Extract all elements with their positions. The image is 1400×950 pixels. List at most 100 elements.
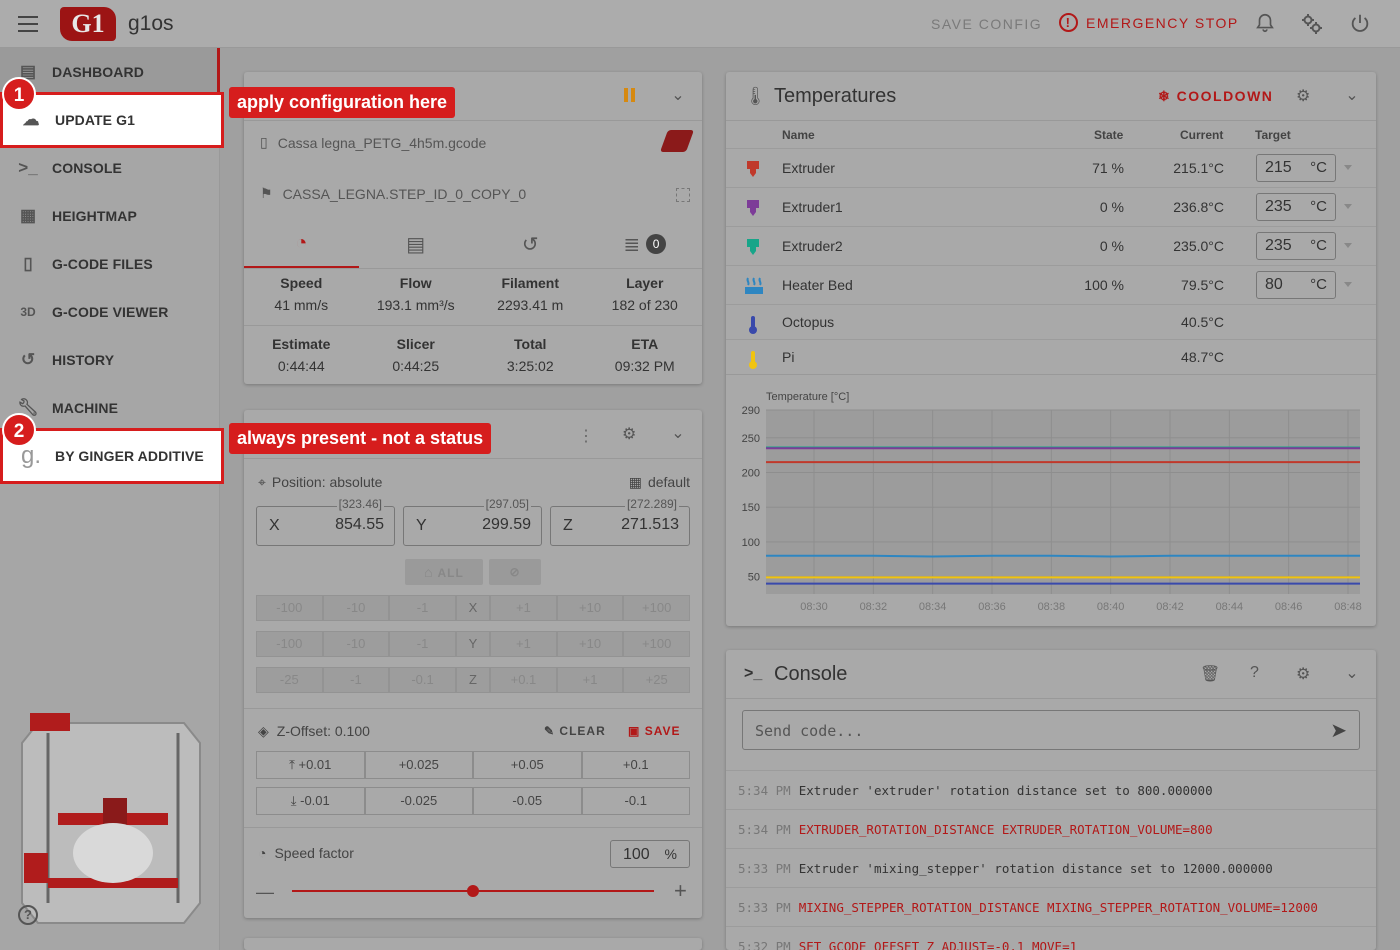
zoffset-up-button[interactable]: ⤒ +0.01 (256, 751, 365, 779)
zoffset-down-button[interactable]: -0.1 (581, 787, 690, 815)
target-temp-input[interactable]: 235 °C (1256, 232, 1336, 260)
increase-speed-button[interactable]: + (674, 878, 687, 904)
x-position-field[interactable]: X 854.55 [323.46] (256, 497, 395, 546)
nav-gcode-viewer[interactable]: 3D G-CODE VIEWER (0, 288, 220, 336)
chevron-down-icon[interactable] (1344, 243, 1352, 248)
z-position-field[interactable]: Z 271.513 [272.289] (550, 497, 690, 546)
target-temp-input[interactable]: 215 °C (1256, 154, 1336, 182)
current-object: CASSA_LEGNA.STEP_ID_0_COPY_0 (282, 185, 527, 202)
jog-x-button[interactable]: +10 (556, 595, 624, 621)
radiator-icon (744, 276, 763, 296)
jog-z-button[interactable]: +0.1 (490, 667, 557, 693)
home-all-button[interactable]: ⌂ ALL (405, 559, 483, 585)
heater-name: Heater Bed (782, 277, 853, 293)
chevron-down-icon[interactable]: ⌄ (670, 426, 686, 442)
zoffset-up-button[interactable]: +0.1 (581, 751, 690, 779)
speed-factor-input[interactable]: 100 % (610, 840, 690, 868)
jog-x-button[interactable]: +100 (623, 595, 690, 621)
gear-icon[interactable]: ⚙ (1296, 86, 1310, 106)
arrow-down-icon: ⤓ (290, 793, 297, 808)
speed-factor-slider[interactable] (292, 885, 654, 897)
chevron-down-icon[interactable]: ⌄ (670, 88, 686, 104)
console-input[interactable]: Send code... ➤ (742, 710, 1360, 750)
home-all-label: ALL (437, 566, 464, 580)
nav-history[interactable]: ↺ HISTORY (0, 336, 220, 384)
power-icon[interactable] (1348, 12, 1372, 36)
g1-logo: G1 (60, 7, 116, 41)
jog-z-button[interactable]: -0.1 (389, 667, 456, 693)
chevron-down-icon[interactable] (1344, 204, 1352, 209)
jog-y-button[interactable]: -10 (322, 631, 390, 657)
bell-icon[interactable] (1253, 12, 1277, 36)
zoffset-up-button[interactable]: +0.05 (473, 751, 582, 779)
jog-z-button[interactable]: -25 (256, 667, 323, 693)
save-icon: ▣ (628, 724, 641, 738)
chevron-down-icon[interactable] (1344, 282, 1352, 287)
settings-cogs-icon[interactable] (1300, 12, 1324, 36)
gear-icon[interactable]: ⚙ (622, 424, 636, 444)
jog-y-button[interactable]: +10 (556, 631, 624, 657)
save-config-button[interactable]: SAVE CONFIG (931, 16, 1042, 32)
jog-y-button[interactable]: +100 (623, 631, 690, 657)
jog-x-button[interactable]: -1 (389, 595, 456, 621)
slider-thumb[interactable] (467, 885, 479, 897)
chart-x-tick: 08:34 (919, 601, 947, 613)
zoffset-up-button[interactable]: +0.025 (364, 751, 473, 779)
help-icon[interactable]: ? (1250, 664, 1259, 682)
jog-x-button[interactable]: +1 (490, 595, 557, 621)
jog-x-home-button[interactable]: X (455, 595, 491, 621)
jog-z-home-button[interactable]: Z (455, 667, 491, 693)
nav-heightmap[interactable]: ▦ HEIGHTMAP (0, 192, 220, 240)
zoffset-down-button[interactable]: ⤓ -0.01 (256, 787, 365, 815)
cooldown-button[interactable]: ❄ COOLDOWN (1158, 88, 1273, 105)
console-icon: >_ (744, 665, 763, 682)
tab-queue[interactable]: ≣ 0 (588, 220, 703, 268)
send-icon[interactable]: ➤ (1330, 718, 1347, 743)
jog-z-button[interactable]: -1 (322, 667, 390, 693)
help-icon[interactable]: ? (18, 905, 38, 925)
nav-gcode-files[interactable]: ▯ G-CODE FILES (0, 240, 220, 288)
heater-state: 0 % (1099, 199, 1124, 215)
zoffset-down-button[interactable]: -0.05 (473, 787, 582, 815)
stat-label: Estimate (272, 336, 331, 352)
trash-icon[interactable]: 🗑︎ (1200, 664, 1220, 684)
motors-off-button[interactable]: ⊘ (489, 559, 541, 585)
gear-icon[interactable]: ⚙ (1296, 664, 1310, 684)
jog-z-button[interactable]: +25 (623, 667, 690, 693)
zoffset-save-button[interactable]: ▣ SAVE (628, 724, 680, 738)
nav-console[interactable]: >_ CONSOLE (0, 144, 220, 192)
target-temp-input[interactable]: 80 °C (1256, 271, 1336, 299)
chevron-down-icon[interactable]: ⌄ (1344, 88, 1360, 104)
menu-icon[interactable] (18, 16, 38, 32)
chevron-down-icon[interactable] (1344, 165, 1352, 170)
stat-label: Speed (280, 275, 323, 291)
engine-off-icon: ⊘ (509, 565, 521, 579)
more-vert-icon[interactable]: ⋮ (578, 426, 594, 446)
y-position-field[interactable]: Y 299.59 [297.05] (403, 497, 542, 546)
jog-z-button[interactable]: +1 (556, 667, 624, 693)
zoffset-down-button[interactable]: -0.025 (364, 787, 473, 815)
jog-y-button[interactable]: -1 (389, 631, 456, 657)
tab-speed[interactable]: ◔ (244, 220, 359, 268)
chevron-down-icon[interactable]: ⌄ (1344, 666, 1360, 682)
tab-history[interactable]: ↺ (473, 220, 588, 268)
stat-label: Flow (399, 275, 432, 291)
target-temp-input[interactable]: 235 °C (1256, 193, 1336, 221)
jog-x-button[interactable]: -100 (256, 595, 323, 621)
decrease-speed-button[interactable]: — (256, 882, 274, 903)
tab-files[interactable]: ▤ (359, 220, 474, 268)
axis-value: 271.513 (621, 516, 679, 533)
stat-value: 182 of 230 (611, 297, 678, 313)
printer-nozzle-icon (744, 198, 762, 218)
pause-icon[interactable] (624, 88, 628, 102)
jog-y-home-button[interactable]: Y (455, 631, 491, 657)
nav-label: MACHINE (52, 400, 119, 416)
jog-y-button[interactable]: +1 (490, 631, 557, 657)
jog-x-button[interactable]: -10 (322, 595, 390, 621)
profile-selector[interactable]: ▦ default (629, 474, 690, 491)
jog-y-button[interactable]: -100 (256, 631, 323, 657)
emergency-stop-button[interactable]: ! EMERGENCY STOP (1059, 13, 1239, 32)
stat-label: Slicer (396, 336, 435, 352)
exclude-object-icon[interactable] (676, 188, 690, 202)
zoffset-clear-button[interactable]: ✎ CLEAR (544, 724, 606, 738)
